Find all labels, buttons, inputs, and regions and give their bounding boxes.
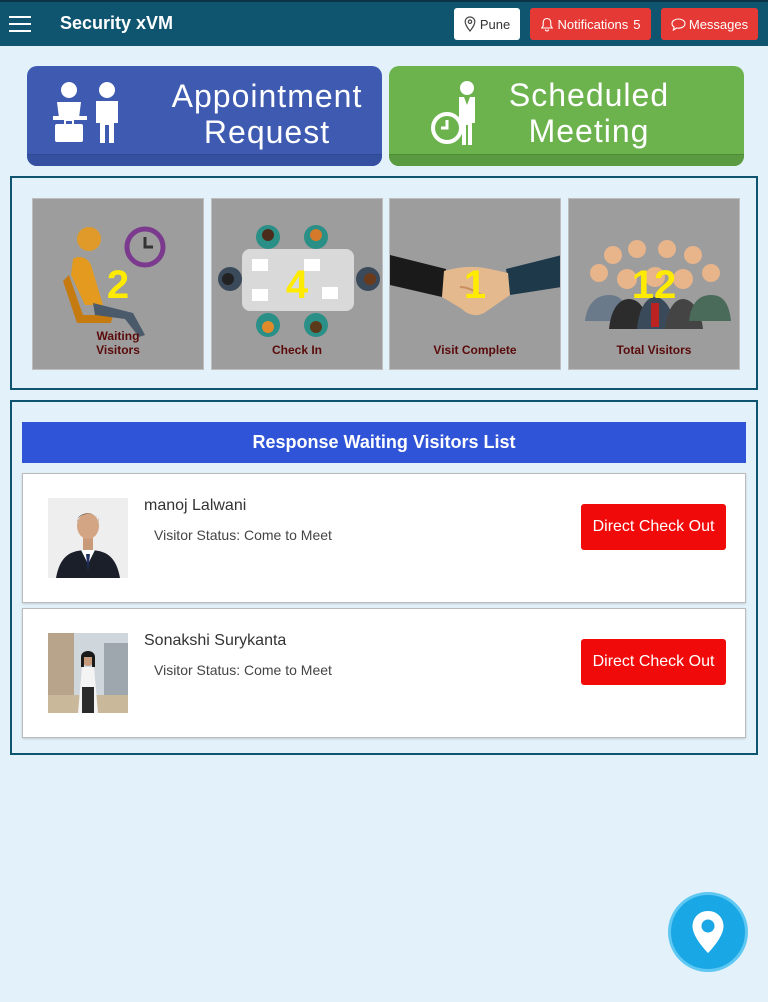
visit-complete-label: Visit Complete — [433, 343, 517, 357]
visitor-name: Sonakshi Surykanta — [144, 632, 287, 649]
direct-check-out-button[interactable]: Direct Check Out — [581, 504, 726, 550]
waiting-visitors-count: 2 — [106, 263, 130, 307]
location-label: Pune — [479, 16, 511, 32]
list-item: Sonakshi Surykanta Visitor Status: Come … — [22, 608, 746, 738]
waiting-visitors-panel: Response Waiting Visitors List manoj Lal… — [10, 400, 758, 755]
total-visitors-card[interactable]: 12 Total Visitors — [568, 198, 740, 370]
check-in-label: Check In — [271, 343, 322, 357]
appointment-title-line1: Appointment — [171, 78, 363, 114]
bell-icon — [541, 17, 554, 31]
tile-shade — [27, 154, 382, 166]
visit-complete-count: 1 — [463, 263, 487, 307]
location-pin-icon — [464, 16, 476, 32]
menu-icon[interactable] — [9, 16, 31, 32]
map-pin-icon — [692, 911, 724, 953]
notifications-button[interactable]: Notifications 5 — [530, 8, 651, 40]
waiting-visitors-label-2: Visitors — [96, 343, 140, 357]
avatar — [48, 498, 128, 578]
scheduled-title-line1: Scheduled — [508, 77, 670, 113]
visit-complete-card[interactable]: 1 Visit Complete — [389, 198, 561, 370]
app-title: Security xVM — [60, 13, 174, 33]
visitor-status: Visitor Status: Come to Meet — [154, 527, 332, 543]
direct-check-out-button[interactable]: Direct Check Out — [581, 639, 726, 685]
visitor-status: Visitor Status: Come to Meet — [154, 662, 332, 678]
messages-label: Messages — [688, 16, 749, 32]
notifications-label: Notifications — [557, 16, 629, 32]
total-visitors-count: 12 — [631, 263, 677, 307]
appointment-title-line2: Request — [203, 114, 331, 150]
scheduled-title-line2: Meeting — [528, 113, 650, 149]
messages-button[interactable]: Messages — [661, 8, 758, 40]
list-title: Response Waiting Visitors List — [22, 422, 746, 463]
stats-panel: 2 Waiting Visitors 4 Check In 1 Visit Co… — [10, 176, 758, 390]
visitor-name: manoj Lalwani — [144, 497, 247, 514]
scheduled-meeting-tile[interactable]: Scheduled Meeting — [389, 66, 744, 166]
clock-person-icon — [431, 81, 475, 145]
receptionist-icon — [53, 82, 118, 143]
appointment-request-tile[interactable]: Appointment Request — [27, 66, 382, 166]
waiting-visitors-label-1: Waiting — [96, 329, 140, 343]
chat-bubble-icon — [671, 17, 686, 31]
top-navbar: Security xVM Pune Notifications 5 Messag… — [0, 0, 768, 46]
waiting-visitors-card[interactable]: 2 Waiting Visitors — [32, 198, 204, 370]
notifications-count: 5 — [633, 16, 641, 32]
list-item: manoj Lalwani Visitor Status: Come to Me… — [22, 473, 746, 603]
avatar — [48, 633, 128, 713]
check-in-card[interactable]: 4 Check In — [211, 198, 383, 370]
tile-shade — [389, 154, 744, 166]
total-visitors-label: Total Visitors — [616, 343, 692, 357]
check-in-count: 4 — [285, 263, 309, 307]
map-button[interactable] — [668, 892, 748, 972]
location-button[interactable]: Pune — [454, 8, 520, 40]
